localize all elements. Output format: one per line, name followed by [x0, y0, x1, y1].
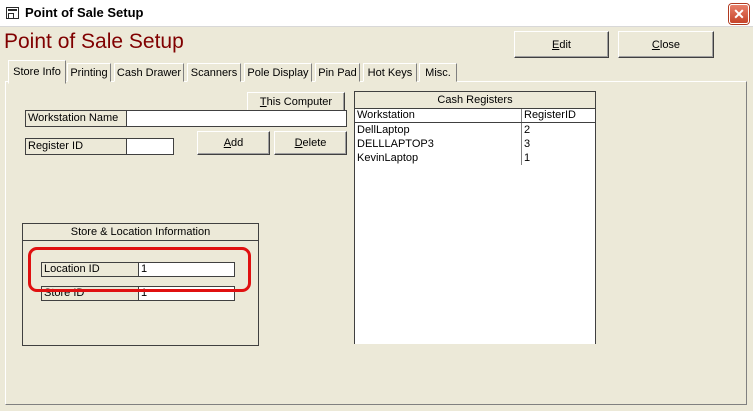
this-computer-button[interactable]: This Computer [247, 92, 345, 112]
tab-scanners[interactable]: Scanners [187, 63, 241, 82]
list-item[interactable]: KevinLaptop 1 [355, 151, 595, 165]
workstation-name-input[interactable] [126, 110, 347, 127]
register-id-cell: 3 [524, 138, 531, 150]
workstation-cell: KevinLaptop [355, 151, 522, 165]
this-computer-label: This Computer [259, 96, 333, 108]
tab-pole-display[interactable]: Pole Display [244, 63, 312, 82]
workstation-cell: DELLLAPTOP3 [355, 137, 522, 151]
tab-pin-pad[interactable]: Pin Pad [315, 63, 360, 82]
register-id-cell: 1 [524, 152, 531, 164]
list-item[interactable]: DellLaptop 2 [355, 123, 595, 137]
window-close-button[interactable]: ✕ [729, 4, 749, 24]
edit-button[interactable]: Edit [514, 31, 609, 58]
tab-cash-drawer[interactable]: Cash Drawer [114, 63, 184, 82]
cash-registers-listbox[interactable]: Workstation RegisterID DellLaptop 2 DELL… [355, 109, 595, 344]
list-item[interactable]: DELLLAPTOP3 3 [355, 137, 595, 151]
delete-button-label: Delete [294, 137, 327, 149]
register-id-input[interactable] [126, 138, 174, 155]
edit-button-label: Edit [552, 38, 571, 51]
close-button-label: Close [651, 38, 681, 51]
tab-hot-keys[interactable]: Hot Keys [363, 63, 417, 82]
add-button-label: Add [223, 137, 244, 149]
column-header-workstation[interactable]: Workstation [355, 109, 522, 122]
register-id-cell: 2 [524, 124, 531, 136]
cash-registers-title: Cash Registers [355, 92, 595, 109]
tab-printing[interactable]: Printing [67, 63, 111, 82]
workstation-cell: DellLaptop [355, 123, 522, 137]
tab-store-info[interactable]: Store Info [8, 60, 66, 84]
window-title: Point of Sale Setup [25, 5, 144, 20]
page-heading: Point of Sale Setup [4, 30, 184, 53]
list-header: Workstation RegisterID [355, 109, 595, 123]
register-id-label: Register ID [25, 138, 127, 155]
tab-misc[interactable]: Misc. [419, 63, 457, 82]
form-icon [6, 7, 19, 19]
store-location-title: Store & Location Information [23, 224, 258, 241]
workstation-name-label: Workstation Name [25, 110, 127, 127]
column-header-register-id[interactable]: RegisterID [522, 109, 576, 122]
close-button[interactable]: Close [618, 31, 714, 58]
cash-registers-group: Cash Registers Workstation RegisterID De… [354, 91, 596, 344]
add-button[interactable]: Add [197, 131, 270, 155]
delete-button[interactable]: Delete [274, 131, 347, 155]
annotation-highlight [28, 247, 251, 292]
